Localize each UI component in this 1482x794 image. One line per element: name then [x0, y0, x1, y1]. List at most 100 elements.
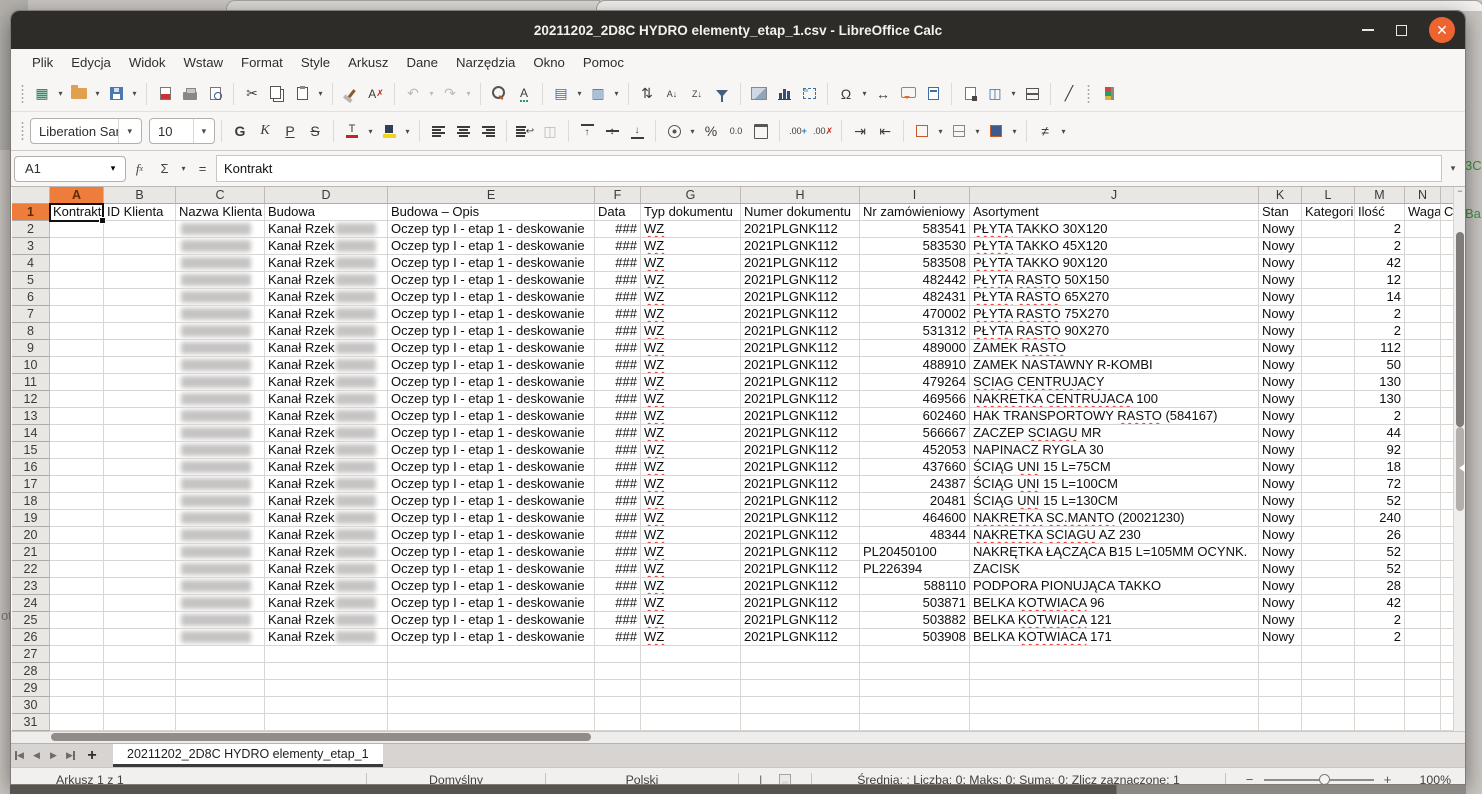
cell-A21[interactable]: [50, 544, 104, 561]
cell-C16[interactable]: [176, 459, 265, 476]
cell-D4[interactable]: Kanał Rzek: [265, 255, 388, 272]
cell-B29[interactable]: [104, 680, 176, 697]
sort-icon[interactable]: ⇅: [635, 82, 659, 106]
cell-I16[interactable]: 437660: [860, 459, 970, 476]
cell-B2[interactable]: [104, 221, 176, 238]
cell-F28[interactable]: [595, 663, 641, 680]
cell-E6[interactable]: Oczep typ I - etap 1 - deskowanie: [388, 289, 595, 306]
cell-N4[interactable]: [1405, 255, 1441, 272]
cell-A31[interactable]: [50, 714, 104, 731]
cell-J16[interactable]: ŚCIĄG UNI 15 L=75CM: [970, 459, 1259, 476]
insert-comment-icon[interactable]: [896, 82, 920, 106]
cell-M19[interactable]: 240: [1355, 510, 1405, 527]
cell-G9[interactable]: WZ: [641, 340, 741, 357]
cell-M23[interactable]: 28: [1355, 578, 1405, 595]
cell-C24[interactable]: [176, 595, 265, 612]
cell-D6[interactable]: Kanał Rzek: [265, 289, 388, 306]
cell-A18[interactable]: [50, 493, 104, 510]
cell-J14[interactable]: ZACZEP SCIAGU MR: [970, 425, 1259, 442]
cell-E29[interactable]: [388, 680, 595, 697]
cell-E18[interactable]: Oczep typ I - etap 1 - deskowanie: [388, 493, 595, 510]
cell-J5[interactable]: PŁYTA RASTO 50X150: [970, 272, 1259, 289]
align-center-button[interactable]: [451, 119, 475, 143]
column-header-N[interactable]: N: [1405, 187, 1441, 204]
cell-F1[interactable]: Data: [595, 204, 641, 221]
cell-A2[interactable]: [50, 221, 104, 238]
cell-E17[interactable]: Oczep typ I - etap 1 - deskowanie: [388, 476, 595, 493]
cell-A22[interactable]: [50, 561, 104, 578]
cell-I4[interactable]: 583508: [860, 255, 970, 272]
cell-I25[interactable]: 503882: [860, 612, 970, 629]
cell-N7[interactable]: [1405, 306, 1441, 323]
column-header-F[interactable]: F: [595, 187, 641, 204]
row-header-9[interactable]: 9: [12, 340, 50, 357]
cell-C29[interactable]: [176, 680, 265, 697]
cell-I21[interactable]: PL20450100: [860, 544, 970, 561]
cell-E14[interactable]: Oczep typ I - etap 1 - deskowanie: [388, 425, 595, 442]
increase-indent-button[interactable]: ⇥: [848, 119, 872, 143]
cell-K1[interactable]: Stan: [1259, 204, 1302, 221]
zoom-slider-knob[interactable]: [1319, 774, 1330, 785]
cell-A8[interactable]: [50, 323, 104, 340]
row-header-24[interactable]: 24: [12, 595, 50, 612]
cell-G25[interactable]: WZ: [641, 612, 741, 629]
paste-icon[interactable]: [290, 82, 314, 106]
cell-J7[interactable]: PŁYTA RASTO 75X270: [970, 306, 1259, 323]
cell-J20[interactable]: NAKRETKA SCIAGU AZ 230: [970, 527, 1259, 544]
cell-A24[interactable]: [50, 595, 104, 612]
cell-K9[interactable]: Nowy: [1259, 340, 1302, 357]
cell-D17[interactable]: Kanał Rzek: [265, 476, 388, 493]
cell-G30[interactable]: [641, 697, 741, 714]
insert-columns-icon[interactable]: ▥: [586, 82, 610, 106]
cell-B15[interactable]: [104, 442, 176, 459]
cell-E12[interactable]: Oczep typ I - etap 1 - deskowanie: [388, 391, 595, 408]
cell-F18[interactable]: ###: [595, 493, 641, 510]
cell-K3[interactable]: Nowy: [1259, 238, 1302, 255]
cell-E31[interactable]: [388, 714, 595, 731]
cell-F30[interactable]: [595, 697, 641, 714]
cell-N29[interactable]: [1405, 680, 1441, 697]
cell-C30[interactable]: [176, 697, 265, 714]
cell-G14[interactable]: WZ: [641, 425, 741, 442]
cell-B17[interactable]: [104, 476, 176, 493]
cell-A11[interactable]: [50, 374, 104, 391]
cell-H18[interactable]: 2021PLGNK112: [741, 493, 860, 510]
sidebar-icon[interactable]: [1096, 82, 1120, 106]
clone-formatting-icon[interactable]: [339, 82, 363, 106]
cell-M2[interactable]: 2: [1355, 221, 1405, 238]
autofilter-icon[interactable]: [710, 82, 734, 106]
cell-J30[interactable]: [970, 697, 1259, 714]
cell-H21[interactable]: 2021PLGNK112: [741, 544, 860, 561]
cell-K23[interactable]: Nowy: [1259, 578, 1302, 595]
cell-H16[interactable]: 2021PLGNK112: [741, 459, 860, 476]
font-size-combo[interactable]: 10 ▾: [149, 118, 215, 144]
pivot-table-icon[interactable]: [797, 82, 821, 106]
toolbar-drag-handle[interactable]: [20, 84, 25, 104]
cell-L19[interactable]: [1302, 510, 1355, 527]
open-file-icon[interactable]: [67, 82, 91, 106]
cell-E21[interactable]: Oczep typ I - etap 1 - deskowanie: [388, 544, 595, 561]
wrap-text-button[interactable]: ↩: [513, 119, 537, 143]
cell-H5[interactable]: 2021PLGNK112: [741, 272, 860, 289]
cell-H13[interactable]: 2021PLGNK112: [741, 408, 860, 425]
cell-E7[interactable]: Oczep typ I - etap 1 - deskowanie: [388, 306, 595, 323]
cell-M4[interactable]: 42: [1355, 255, 1405, 272]
cell-N25[interactable]: [1405, 612, 1441, 629]
cell-H26[interactable]: 2021PLGNK112: [741, 629, 860, 646]
cell-F13[interactable]: ###: [595, 408, 641, 425]
cell-J4[interactable]: PŁYTA TAKKO 90X120: [970, 255, 1259, 272]
cell-G28[interactable]: [641, 663, 741, 680]
document-modified-icon[interactable]: [779, 774, 791, 786]
cell-M25[interactable]: 2: [1355, 612, 1405, 629]
cell-K17[interactable]: Nowy: [1259, 476, 1302, 493]
cell-L14[interactable]: [1302, 425, 1355, 442]
spelling-icon[interactable]: A: [512, 82, 536, 106]
cell-I26[interactable]: 503908: [860, 629, 970, 646]
undo-dropdown[interactable]: ▾: [426, 82, 437, 106]
cell-A17[interactable]: [50, 476, 104, 493]
row-header-11[interactable]: 11: [12, 374, 50, 391]
hyperlink-icon[interactable]: ↔: [871, 82, 895, 106]
cell-J21[interactable]: NAKRĘTKA ŁĄCZĄCA B15 L=105MM OCYNK.: [970, 544, 1259, 561]
delete-decimal-button[interactable]: .00✗: [811, 119, 835, 143]
cell-K13[interactable]: Nowy: [1259, 408, 1302, 425]
